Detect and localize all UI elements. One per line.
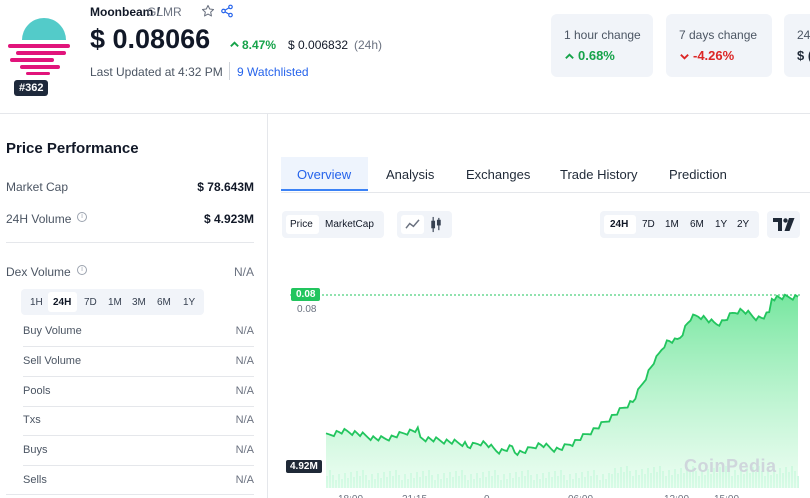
buy-volume-value: N/A — [235, 325, 254, 337]
panel-divider — [267, 114, 268, 498]
txs-label: Txs — [23, 414, 41, 426]
tab-prediction[interactable]: Prediction — [669, 167, 727, 182]
dex-tab-7d[interactable]: 7D — [84, 297, 97, 308]
change-label: 24 — [797, 28, 810, 42]
price-performance-title: Price Performance — [6, 140, 139, 157]
arrow-up-icon — [230, 41, 239, 47]
tabs-underline — [281, 192, 810, 193]
moonbeam-logo — [8, 18, 70, 75]
tab-overview[interactable]: Overview — [297, 167, 351, 182]
range-tab-7d[interactable]: 7D — [642, 219, 655, 230]
dex-tab-6m[interactable]: 6M — [157, 297, 171, 308]
dex-tab-1m[interactable]: 1M — [108, 297, 122, 308]
volume-24h-label: 24H Volume — [6, 212, 72, 226]
section-divider — [6, 494, 254, 495]
coin-price: $ 0.08066 — [90, 24, 211, 54]
change-value: $ ( — [797, 48, 810, 63]
chart-style-toggle — [397, 211, 452, 238]
txs-value: N/A — [235, 414, 254, 426]
info-icon[interactable]: i — [77, 265, 87, 275]
x-axis-ticks: 18:00 21:15 0 06:00 12:00 15:00 — [338, 494, 739, 498]
row-divider — [23, 465, 254, 466]
row-divider — [23, 376, 254, 377]
btc-price-period: (24h) — [354, 38, 383, 52]
market-cap-label: Market Cap — [6, 180, 69, 194]
marketcap-toggle-button[interactable]: MarketCap — [325, 219, 374, 230]
price-change-24h: 8.47% — [242, 38, 277, 52]
change-value: -4.26% — [693, 48, 735, 63]
sells-value: N/A — [235, 474, 254, 486]
sells-label: Sells — [23, 474, 47, 486]
row-divider — [23, 346, 254, 347]
change-card-24h: 24 $ ( — [784, 14, 810, 77]
coinpedia-watermark: CoinPedia — [684, 456, 777, 476]
pools-value: N/A — [235, 385, 254, 397]
sell-volume-label: Sell Volume — [23, 355, 82, 367]
buys-label: Buys — [23, 444, 48, 456]
current-price-tag: 0.08 — [291, 288, 321, 301]
coin-symbol: GLMR — [147, 5, 182, 19]
row-divider — [23, 435, 254, 436]
tab-exchanges[interactable]: Exchanges — [466, 167, 530, 182]
arrow-up-icon — [565, 53, 574, 59]
change-value: 0.68% — [578, 48, 615, 63]
volume-24h-value: $ 4.923M — [203, 212, 254, 226]
price-axis-label: 0.08 — [297, 304, 317, 315]
buy-volume-label: Buy Volume — [23, 325, 82, 337]
svg-text:18:00: 18:00 — [338, 494, 363, 498]
rank-badge: #362 — [14, 80, 49, 96]
buys-value: N/A — [235, 444, 254, 456]
range-tab-24h[interactable]: 24H — [610, 219, 628, 230]
header-divider — [229, 62, 230, 80]
svg-text:15:00: 15:00 — [714, 494, 739, 498]
tab-analysis[interactable]: Analysis — [386, 167, 434, 182]
star-icon[interactable] — [201, 4, 215, 18]
dex-tab-3m[interactable]: 3M — [132, 297, 146, 308]
tradingview-icon — [773, 218, 795, 231]
svg-text:12:00: 12:00 — [664, 494, 689, 498]
tradingview-button[interactable] — [767, 211, 800, 238]
btc-price: $ 0.006832 — [288, 38, 349, 52]
candlestick-icon[interactable] — [429, 216, 443, 233]
price-toggle-button[interactable]: Price — [290, 219, 313, 230]
chart-range-tabs: 24H 7D 1M 6M 1Y 2Y — [600, 211, 759, 238]
tab-trade-history[interactable]: Trade History — [560, 167, 638, 182]
row-divider — [23, 406, 254, 407]
dex-volume-value: N/A — [233, 265, 254, 279]
arrow-down-icon — [680, 54, 689, 60]
sell-volume-value: N/A — [235, 355, 254, 367]
change-label: 1 hour change — [564, 28, 641, 42]
watchlist-count-link[interactable]: 9 Watchlisted — [237, 65, 309, 79]
svg-text:06:00: 06:00 — [568, 494, 593, 498]
dex-period-tabs: 1H 24H 7D 1M 3M 6M 1Y — [21, 289, 204, 315]
dex-tab-1h[interactable]: 1H — [30, 297, 43, 308]
dex-tab-1y[interactable]: 1Y — [183, 297, 195, 308]
chart-type-toggle: Price MarketCap — [282, 211, 384, 238]
market-cap-value: $ 78.643M — [197, 180, 254, 194]
line-chart-icon[interactable] — [405, 218, 420, 231]
last-updated: Last Updated at 4:32 PM — [90, 65, 223, 79]
section-divider — [6, 242, 254, 243]
pools-label: Pools — [23, 385, 51, 397]
svg-text:0: 0 — [484, 494, 490, 498]
svg-text:21:15: 21:15 — [402, 494, 427, 498]
dex-tab-24h[interactable]: 24H — [53, 297, 71, 308]
share-icon[interactable] — [220, 4, 234, 18]
range-tab-1m[interactable]: 1M — [665, 219, 679, 230]
range-tab-2y[interactable]: 2Y — [737, 219, 749, 230]
range-tab-6m[interactable]: 6M — [690, 219, 704, 230]
dex-volume-label: Dex Volume — [6, 265, 71, 279]
change-label: 7 days change — [679, 28, 758, 42]
change-card-7d: 7 days change -4.26% — [666, 14, 772, 77]
info-icon[interactable]: i — [77, 212, 87, 222]
change-card-1h: 1 hour change 0.68% — [551, 14, 653, 77]
range-tab-1y[interactable]: 1Y — [715, 219, 727, 230]
volume-tag: 4.92M — [286, 460, 322, 473]
